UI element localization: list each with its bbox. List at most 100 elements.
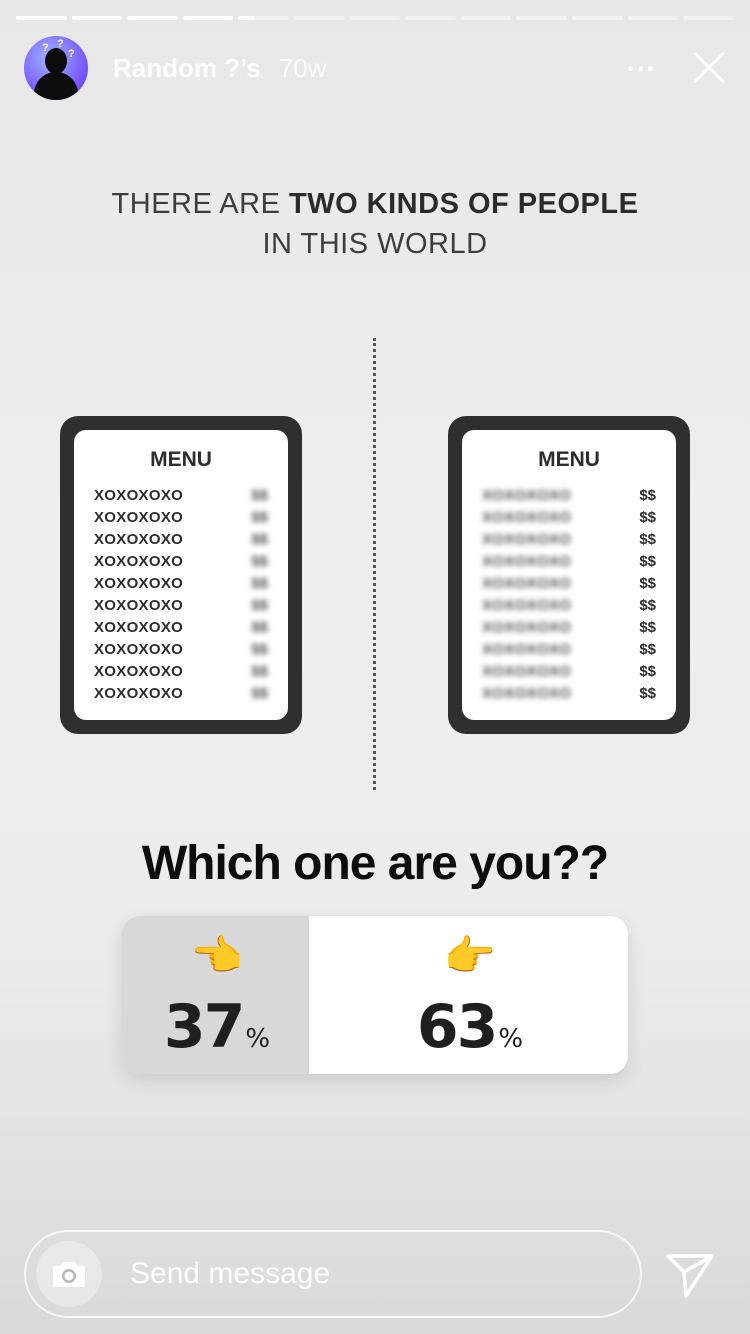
menu-item-name: XOXOXOXO [482, 486, 572, 504]
menu-item-name: XOXOXOXO [482, 640, 572, 658]
backhand-pointing-left-icon: 👈 [190, 932, 244, 979]
menu-row: XOXOXOXO $$ [482, 594, 656, 616]
progress-segment [572, 16, 623, 20]
send-icon[interactable] [664, 1248, 716, 1300]
poll-percent-value: 63 [416, 992, 498, 1062]
menu-row: XOXOXOXO $$ [94, 550, 268, 572]
progress-segment-fill [182, 16, 234, 20]
menu-item-price: $$ [251, 596, 268, 614]
question-mark-icon: ? [68, 48, 75, 60]
menu-item-price: $$ [639, 552, 656, 570]
menu-row: XOXOXOXO $$ [94, 572, 268, 594]
menu-item-price: $$ [251, 684, 268, 702]
menu-item-price: $$ [639, 640, 656, 658]
progress-segment [182, 16, 234, 20]
menu-item-name: XOXOXOXO [94, 530, 184, 548]
avatar-silhouette-icon [45, 48, 67, 74]
camera-button[interactable] [36, 1241, 102, 1307]
more-icon[interactable] [618, 46, 662, 90]
menu-item-price: $$ [251, 508, 268, 526]
menu-item-price: $$ [251, 574, 268, 592]
menu-item-price: $$ [251, 640, 268, 658]
menu-title: MENU [150, 448, 212, 471]
headline: THERE ARE TWO KINDS OF PEOPLE IN THIS WO… [0, 184, 750, 264]
progress-segment [627, 16, 679, 20]
menu-item-name: XOXOXOXO [94, 486, 184, 504]
menu-item-name: XOXOXOXO [94, 684, 184, 702]
headline-line-1: THERE ARE TWO KINDS OF PEOPLE [0, 184, 750, 224]
avatar-silhouette-body [34, 72, 78, 100]
dotted-divider [373, 338, 376, 790]
progress-segment [516, 16, 568, 20]
menu-item-price: $$ [639, 530, 656, 548]
menu-card-left: MENU XOXOXOXO $$ XOXOXOXO $$ XOXOXOXO $$ XOXOX… [60, 416, 302, 734]
menu-rows: XOXOXOXO $$ XOXOXOXO $$ XOXOXOXO $$ XOXOXOXO $$… [94, 484, 268, 704]
menu-item-name: XOXOXOXO [94, 640, 184, 658]
menu-row: XOXOXOXO $$ [482, 550, 656, 572]
send-message-input[interactable] [130, 1257, 600, 1291]
menu-item-price: $$ [639, 508, 656, 526]
menu-item-price: $$ [251, 618, 268, 636]
menu-row: XOXOXOXO $$ [94, 528, 268, 550]
menu-card-left-inner: MENU XOXOXOXO $$ XOXOXOXO $$ XOXOXOXO $$ XOXOX… [74, 430, 288, 720]
poll-percent-value: 37 [163, 992, 245, 1062]
poll-option-right[interactable]: 👉 63% [312, 916, 628, 1074]
headline-prefix: THERE ARE [111, 188, 289, 220]
menu-item-price: $$ [639, 618, 656, 636]
menu-item-name: XOXOXOXO [94, 618, 184, 636]
avatar[interactable]: ? ? ? [24, 36, 88, 100]
menu-row: XOXOXOXO $$ [94, 638, 268, 660]
progress-segment-fill [127, 16, 178, 20]
poll-sticker: 👈 37% 👉 63% [122, 916, 628, 1074]
menu-row: XOXOXOXO $$ [482, 660, 656, 682]
close-icon[interactable] [686, 46, 730, 90]
menu-row: XOXOXOXO $$ [482, 638, 656, 660]
progress-segment [460, 16, 512, 20]
menu-item-price: $$ [251, 486, 268, 504]
progress-segment [71, 16, 123, 20]
progress-segment [683, 16, 734, 20]
menu-row: XOXOXOXO $$ [94, 660, 268, 682]
menu-row: XOXOXOXO $$ [482, 572, 656, 594]
progress-segment [349, 16, 401, 20]
menu-item-price: $$ [251, 530, 268, 548]
menu-item-name: XOXOXOXO [482, 684, 572, 702]
menu-item-name: XOXOXOXO [482, 508, 572, 526]
progress-segment-fill [71, 16, 123, 20]
progress-segment-fill [16, 16, 67, 20]
menu-item-name: XOXOXOXO [482, 530, 572, 548]
menu-item-price: $$ [639, 486, 656, 504]
menu-row: XOXOXOXO $$ [94, 594, 268, 616]
reply-bar [24, 1230, 642, 1318]
story-progress [16, 16, 734, 20]
progress-segment-fill [238, 16, 254, 20]
percent-sign: % [498, 1024, 524, 1054]
percent-sign: % [245, 1024, 271, 1054]
username[interactable]: Random ?’s [113, 53, 261, 84]
menu-card-right-inner: MENU XOXOXOXO $$ XOXOXOXO $$ XOXOXOXO $$ XOXOX… [462, 430, 676, 720]
poll-option-left[interactable]: 👈 37% [122, 916, 312, 1074]
menu-row: XOXOXOXO $$ [94, 506, 268, 528]
camera-icon [53, 1262, 85, 1287]
menu-item-name: XOXOXOXO [94, 662, 184, 680]
menu-row: XOXOXOXO $$ [482, 484, 656, 506]
menu-item-price: $$ [251, 662, 268, 680]
poll-percent-right: 63% [417, 992, 523, 1062]
menu-row: XOXOXOXO $$ [482, 528, 656, 550]
progress-segment [238, 16, 290, 20]
menu-row: XOXOXOXO $$ [94, 616, 268, 638]
story-header: ? ? ? Random ?’s 70w [24, 36, 730, 100]
progress-segment [294, 16, 345, 20]
menu-item-name: XOXOXOXO [94, 552, 184, 570]
menu-item-price: $$ [639, 596, 656, 614]
headline-strong: TWO KINDS OF PEOPLE [288, 188, 639, 220]
menu-row: XOXOXOXO $$ [482, 506, 656, 528]
headline-line-2: IN THIS WORLD [262, 228, 488, 260]
menu-item-name: XOXOXOXO [482, 552, 572, 570]
menu-row: XOXOXOXO $$ [482, 616, 656, 638]
backhand-pointing-right-icon: 👉 [443, 932, 497, 979]
menu-item-name: XOXOXOXO [94, 574, 184, 592]
menu-item-name: XOXOXOXO [94, 596, 184, 614]
poll-question: Which one are you?? [141, 837, 609, 890]
menu-row: XOXOXOXO $$ [94, 682, 268, 704]
